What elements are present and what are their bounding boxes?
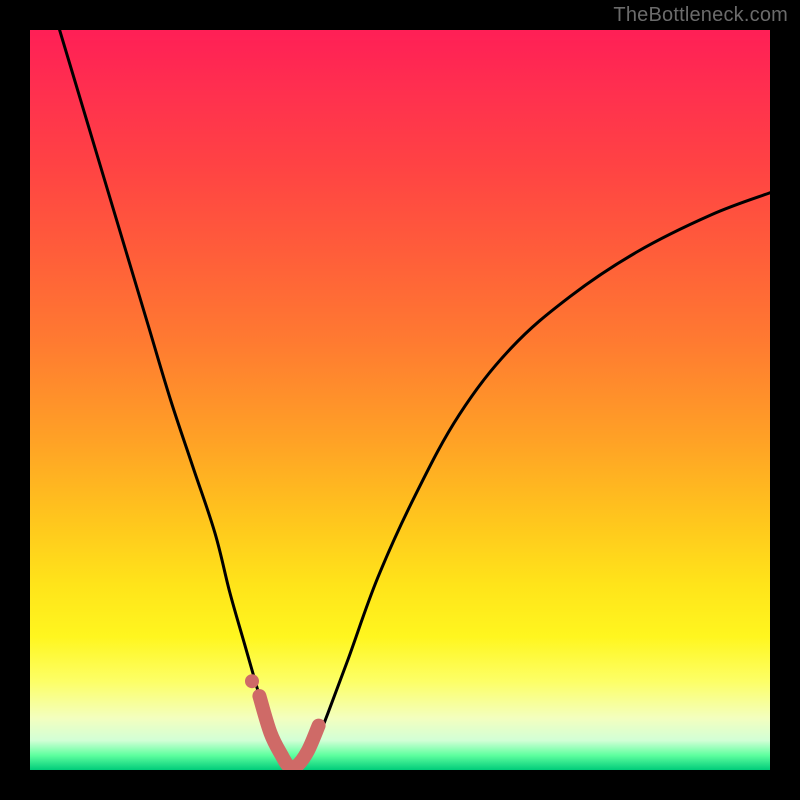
bottleneck-valley-dot	[245, 674, 259, 688]
chart-svg	[30, 30, 770, 770]
bottleneck-curve	[60, 30, 770, 768]
chart-stage: TheBottleneck.com	[0, 0, 800, 800]
plot-area	[30, 30, 770, 770]
watermark-text: TheBottleneck.com	[613, 4, 788, 27]
bottleneck-valley-highlight	[259, 696, 318, 768]
